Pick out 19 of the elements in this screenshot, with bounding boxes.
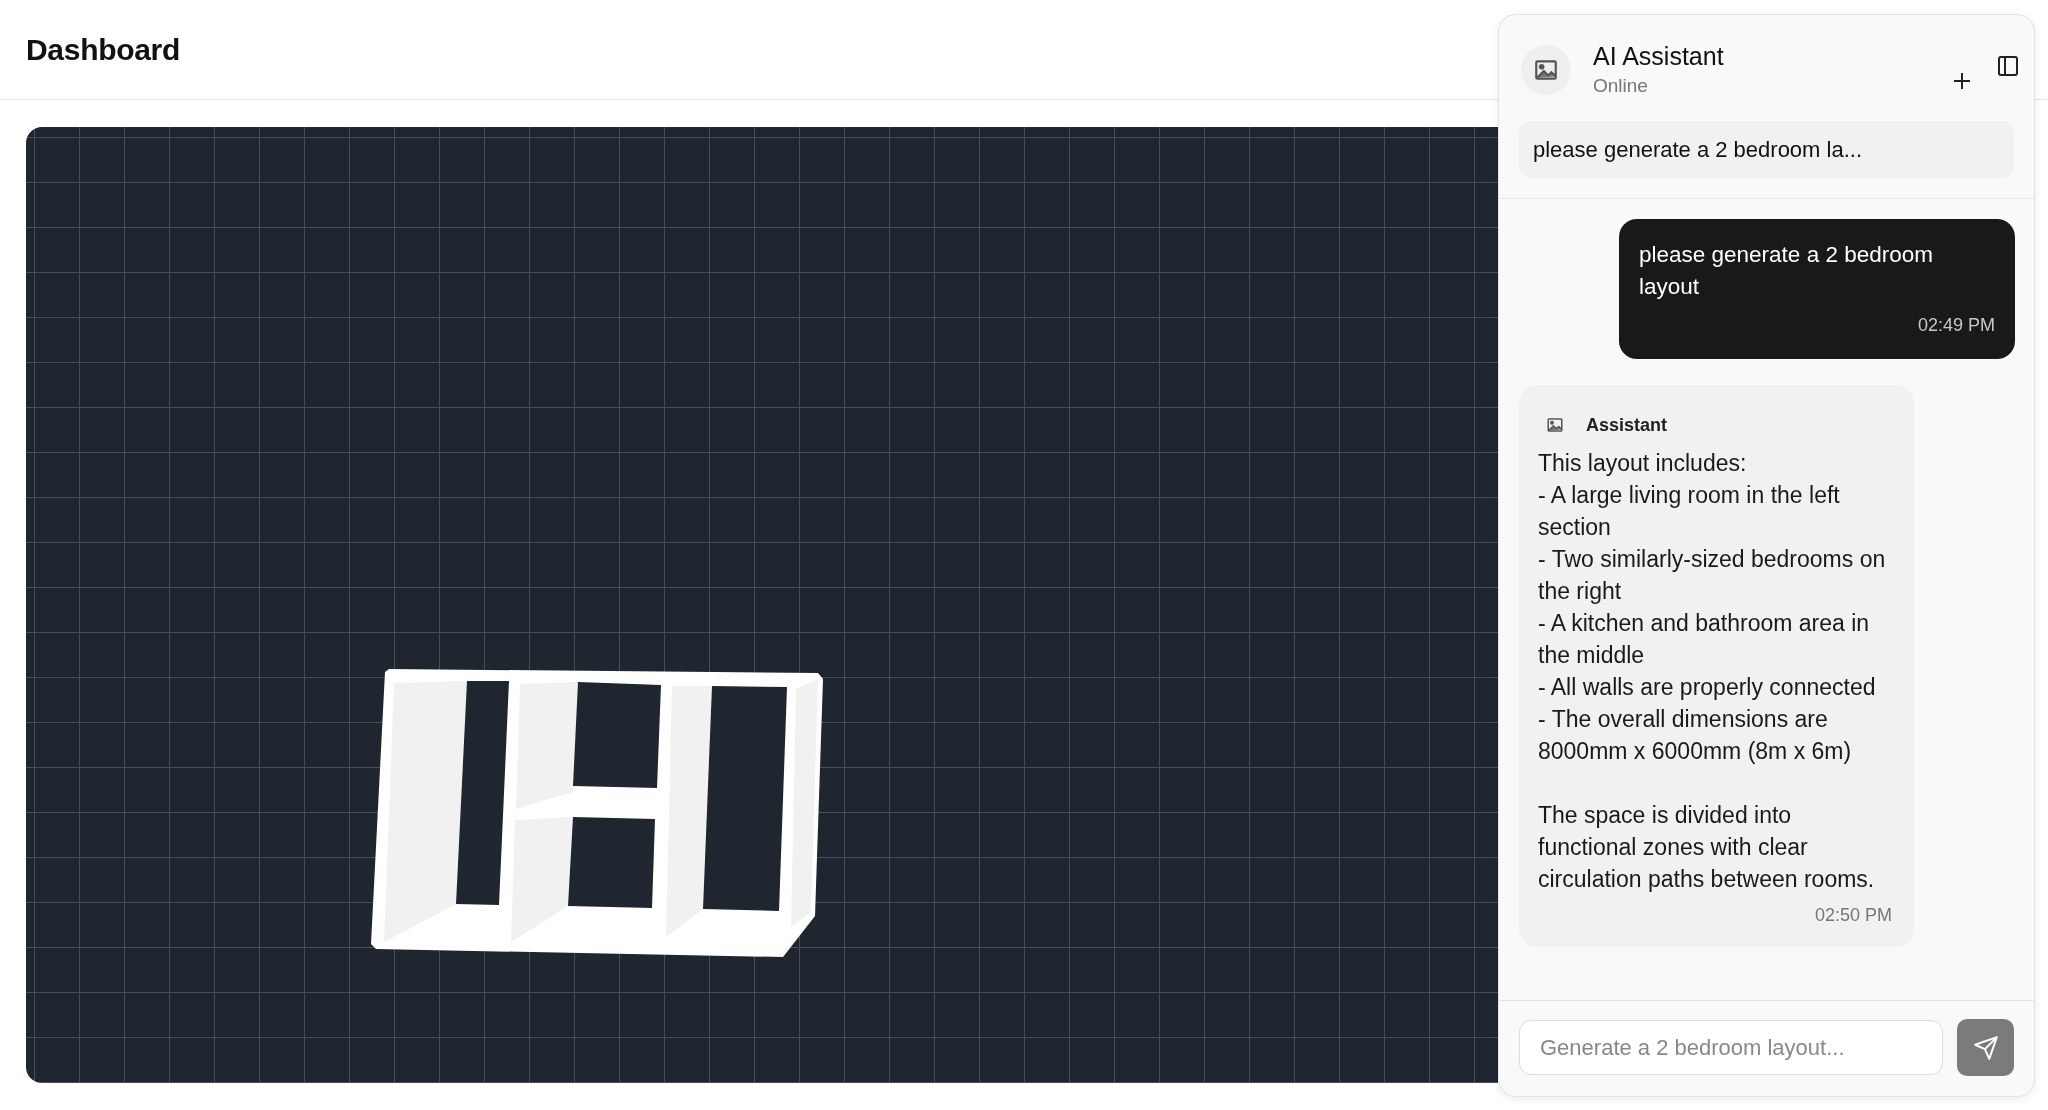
page-title: Dashboard bbox=[26, 32, 180, 67]
assistant-title: AI Assistant bbox=[1593, 41, 1725, 71]
message-time: 02:49 PM bbox=[1916, 314, 1995, 337]
send-button[interactable] bbox=[1957, 1019, 2014, 1076]
send-icon bbox=[1972, 1034, 1999, 1061]
sidebar-toggle-button[interactable] bbox=[1996, 54, 2020, 78]
message-time: 02:50 PM bbox=[1813, 904, 1892, 927]
message-text: This layout includes: - A large living room in the left section - Two similarly-sized bedrooms on the right - A kitchen and bathroom area in the middle - All walls are properly connected - The overall dimensions are 8000mm x 6000mm (8m x 6m) The space is divided into functional zones with clear circulation paths between rooms. bbox=[1538, 449, 1887, 894]
image-icon bbox=[1533, 57, 1559, 83]
sender-name: Assistant bbox=[1586, 414, 1668, 437]
status-text: Online bbox=[1593, 75, 1649, 97]
conversation-item[interactable]: please generate a 2 bedroom la... bbox=[1519, 121, 2014, 178]
image-icon bbox=[1546, 416, 1564, 434]
message-input[interactable]: Generate a 2 bedroom layout... bbox=[1519, 1020, 1943, 1075]
panel-icon bbox=[1996, 54, 2020, 78]
new-chat-button[interactable] bbox=[1952, 71, 1972, 91]
message-text: please generate a 2 bedroom layout bbox=[1639, 241, 1934, 301]
3d-viewport[interactable] bbox=[26, 127, 1498, 1083]
plus-icon bbox=[1952, 71, 1972, 91]
